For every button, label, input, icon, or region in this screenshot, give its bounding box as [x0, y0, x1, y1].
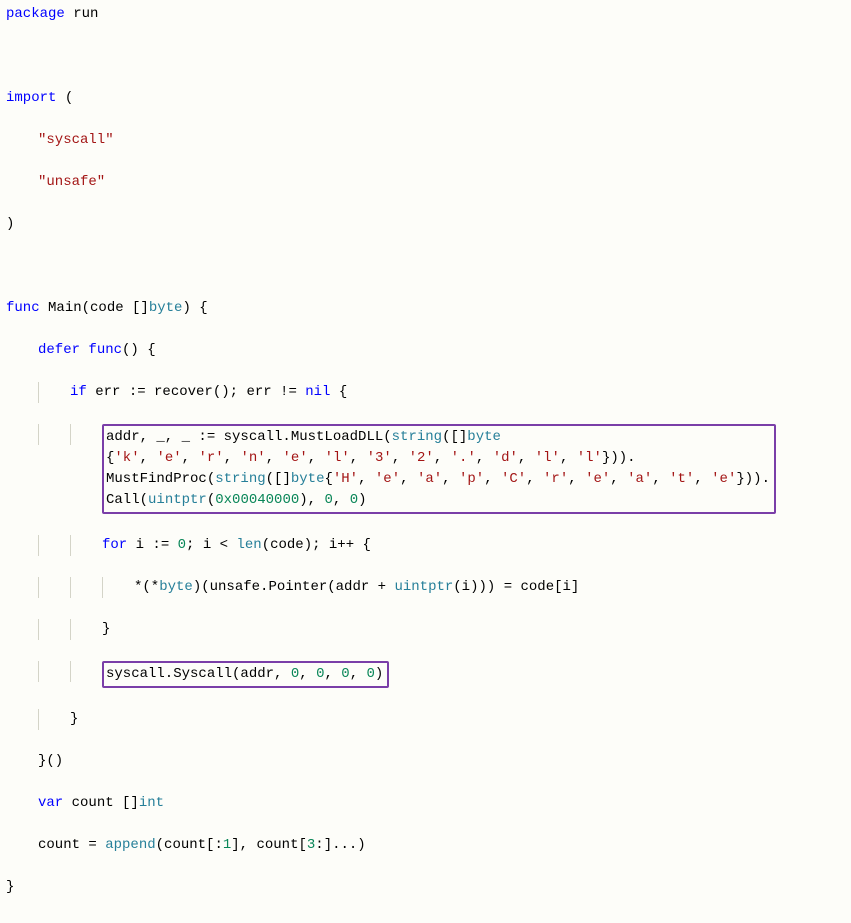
code-line: var count []int: [6, 793, 845, 814]
code-line: addr, _, _ := syscall.MustLoadDLL(string…: [6, 424, 845, 514]
code-line: "syscall": [6, 130, 845, 151]
highlight-box-1: addr, _, _ := syscall.MustLoadDLL(string…: [102, 424, 776, 514]
code-line: if err := recover(); err != nil {: [6, 382, 845, 403]
code-line: import (: [6, 88, 845, 109]
code-line: }: [6, 619, 845, 640]
code-line: for i := 0; i < len(code); i++ {: [6, 535, 845, 556]
code-line: func Main(code []byte) {: [6, 298, 845, 319]
code-line: count = append(count[:1], count[3:]...): [6, 835, 845, 856]
code-line: }: [6, 877, 845, 898]
code-line: }(): [6, 751, 845, 772]
code-editor: package run import ( "syscall" "unsafe" …: [0, 0, 851, 923]
code-line: [6, 46, 845, 67]
code-line: *(*byte)(unsafe.Pointer(addr + uintptr(i…: [6, 577, 845, 598]
code-line: package run: [6, 4, 845, 25]
code-line: [6, 256, 845, 277]
code-line: syscall.Syscall(addr, 0, 0, 0, 0): [6, 661, 845, 688]
code-line: ): [6, 214, 845, 235]
code-line: defer func() {: [6, 340, 845, 361]
code-line: "unsafe": [6, 172, 845, 193]
highlight-box-2: syscall.Syscall(addr, 0, 0, 0, 0): [102, 661, 389, 688]
code-line: }: [6, 709, 845, 730]
code-block: package run import ( "syscall" "unsafe" …: [6, 4, 845, 919]
